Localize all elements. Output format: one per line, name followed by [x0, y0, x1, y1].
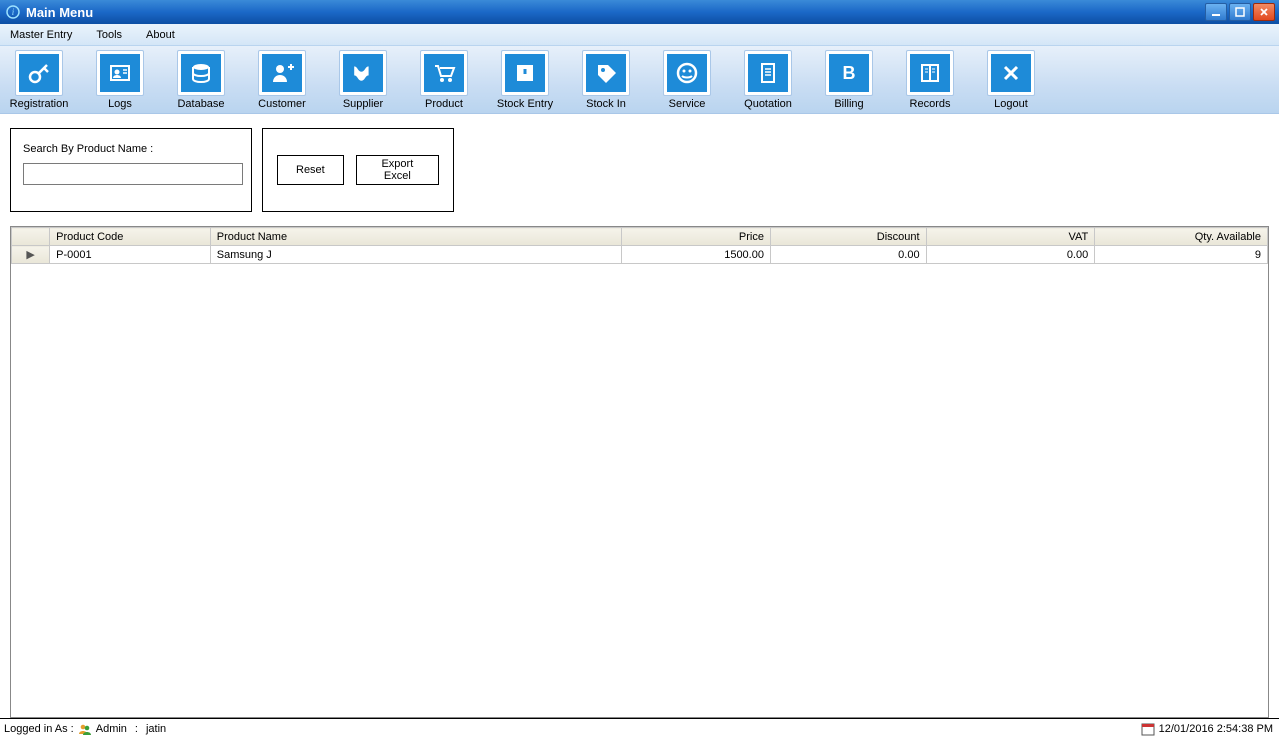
status-role: Admin	[96, 723, 127, 735]
maximize-button[interactable]	[1229, 3, 1251, 21]
toolbar-customer[interactable]: Customer	[253, 50, 311, 110]
search-label: Search By Product Name :	[23, 143, 239, 155]
cell-name[interactable]: Samsung J	[210, 246, 622, 264]
toolbar-billing[interactable]: B Billing	[820, 50, 878, 110]
smile-icon	[667, 54, 707, 92]
close-button[interactable]	[1253, 3, 1275, 21]
cell-qty[interactable]: 9	[1095, 246, 1268, 264]
grid-empty-area	[11, 264, 1268, 717]
toolbar-label: Database	[177, 98, 224, 110]
actions-panel: Reset Export Excel	[262, 128, 454, 212]
menu-about[interactable]: About	[146, 29, 175, 41]
toolbar-label: Supplier	[343, 98, 383, 110]
search-input[interactable]	[23, 163, 243, 185]
toolbar-quotation[interactable]: Quotation	[739, 50, 797, 110]
toolbar-stock-entry[interactable]: Stock Entry	[496, 50, 554, 110]
col-price[interactable]: Price	[622, 228, 771, 246]
toolbar-records[interactable]: Records	[901, 50, 959, 110]
col-product-name[interactable]: Product Name	[210, 228, 622, 246]
cell-vat[interactable]: 0.00	[926, 246, 1095, 264]
toolbar-logout[interactable]: Logout	[982, 50, 1040, 110]
statusbar: Logged in As : Admin : jatin 12/01/2016 …	[0, 718, 1279, 738]
close-x-icon	[991, 54, 1031, 92]
app-icon: i	[6, 5, 20, 19]
table-row[interactable]: ▶ P-0001 Samsung J 1500.00 0.00 0.00 9	[12, 246, 1268, 264]
col-qty[interactable]: Qty. Available	[1095, 228, 1268, 246]
minimize-button[interactable]	[1205, 3, 1227, 21]
cell-discount[interactable]: 0.00	[770, 246, 926, 264]
status-sep: :	[135, 723, 138, 735]
data-grid[interactable]: Product Code Product Name Price Discount…	[10, 226, 1269, 718]
id-card-icon	[100, 54, 140, 92]
toolbar-stock-in[interactable]: Stock In	[577, 50, 635, 110]
menubar: Master Entry Tools About	[0, 24, 1279, 46]
database-icon	[181, 54, 221, 92]
billing-icon: B	[829, 54, 869, 92]
tag-icon	[586, 54, 626, 92]
toolbar: Registration Logs Database Customer Supp…	[0, 46, 1279, 114]
toolbar-label: Stock In	[586, 98, 626, 110]
box-icon	[505, 54, 545, 92]
toolbar-logs[interactable]: Logs	[91, 50, 149, 110]
toolbar-database[interactable]: Database	[172, 50, 230, 110]
toolbar-label: Quotation	[744, 98, 792, 110]
export-excel-button[interactable]: Export Excel	[356, 155, 439, 185]
user-plus-icon	[262, 54, 302, 92]
window-controls	[1205, 3, 1275, 21]
toolbar-label: Registration	[10, 98, 69, 110]
toolbar-label: Service	[669, 98, 706, 110]
svg-text:i: i	[12, 7, 15, 17]
cell-code[interactable]: P-0001	[50, 246, 211, 264]
svg-text:B: B	[843, 63, 856, 83]
key-icon	[19, 54, 59, 92]
row-indicator-icon: ▶	[12, 246, 50, 264]
user-group-icon	[78, 722, 92, 736]
toolbar-label: Logout	[994, 98, 1028, 110]
supplier-icon	[343, 54, 383, 92]
book-icon	[910, 54, 950, 92]
document-icon	[748, 54, 788, 92]
menu-master-entry[interactable]: Master Entry	[10, 29, 72, 41]
search-panel: Search By Product Name :	[10, 128, 252, 212]
status-logged-label: Logged in As :	[4, 723, 74, 735]
status-datetime: 12/01/2016 2:54:38 PM	[1159, 723, 1273, 735]
content-area: Search By Product Name : Reset Export Ex…	[0, 114, 1279, 718]
window-title: Main Menu	[26, 5, 1205, 20]
toolbar-label: Customer	[258, 98, 306, 110]
toolbar-label: Billing	[834, 98, 863, 110]
toolbar-label: Records	[910, 98, 951, 110]
grid-header-row: Product Code Product Name Price Discount…	[12, 228, 1268, 246]
toolbar-registration[interactable]: Registration	[10, 50, 68, 110]
cell-price[interactable]: 1500.00	[622, 246, 771, 264]
status-user: jatin	[146, 723, 166, 735]
toolbar-label: Product	[425, 98, 463, 110]
toolbar-service[interactable]: Service	[658, 50, 716, 110]
titlebar: i Main Menu	[0, 0, 1279, 24]
toolbar-supplier[interactable]: Supplier	[334, 50, 392, 110]
col-vat[interactable]: VAT	[926, 228, 1095, 246]
col-discount[interactable]: Discount	[770, 228, 926, 246]
toolbar-label: Logs	[108, 98, 132, 110]
reset-button[interactable]: Reset	[277, 155, 344, 185]
toolbar-label: Stock Entry	[497, 98, 553, 110]
col-product-code[interactable]: Product Code	[50, 228, 211, 246]
calendar-icon	[1141, 722, 1155, 736]
toolbar-product[interactable]: Product	[415, 50, 473, 110]
menu-tools[interactable]: Tools	[96, 29, 122, 41]
cart-icon	[424, 54, 464, 92]
row-header-corner	[12, 228, 50, 246]
